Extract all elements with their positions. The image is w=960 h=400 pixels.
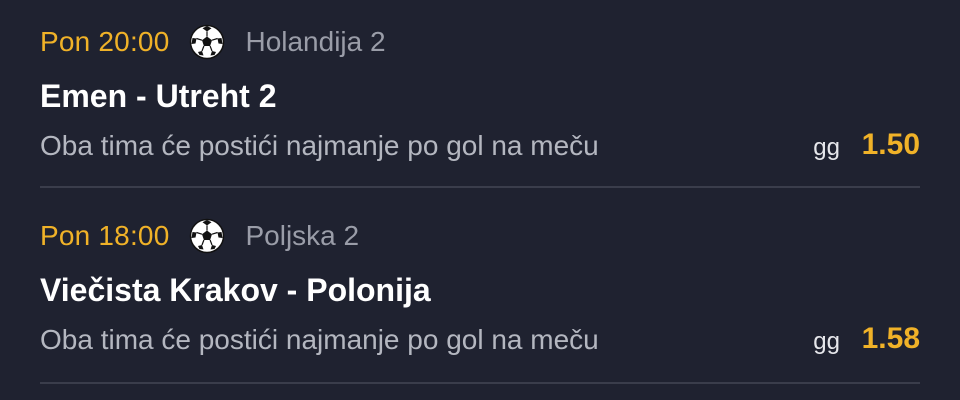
match-teams: Emen - Utreht 2 xyxy=(40,78,277,114)
match-time: Pon 20:00 xyxy=(40,26,170,57)
league-name: Poljska 2 xyxy=(245,220,360,251)
bet-pick: gg xyxy=(813,134,840,161)
bet-market: Oba tima će postići najmanje po gol na m… xyxy=(40,324,599,355)
soccer-ball-icon xyxy=(189,218,225,254)
match-card[interactable]: Pon 20:00 Holandija 2 Emen - Utreht 2 Ob… xyxy=(40,0,920,194)
divider xyxy=(40,382,920,384)
match-time: Pon 18:00 xyxy=(40,220,170,251)
bet-odds[interactable]: 1.58 xyxy=(862,322,920,356)
match-teams: Viečista Krakov - Polonija xyxy=(40,272,431,308)
bet-odds[interactable]: 1.50 xyxy=(862,128,920,162)
match-meta: Pon 18:00 Poljska 2 xyxy=(40,216,359,256)
bet-market: Oba tima će postići najmanje po gol na m… xyxy=(40,130,599,161)
league-name: Holandija 2 xyxy=(245,26,386,57)
bet-pick: gg xyxy=(813,328,840,355)
soccer-ball-icon xyxy=(189,24,225,60)
bet-slip-list: Pon 20:00 Holandija 2 Emen - Utreht 2 Ob… xyxy=(0,0,960,400)
match-card[interactable]: Pon 18:00 Poljska 2 Viečista Krakov - Po… xyxy=(40,194,920,388)
divider xyxy=(40,186,920,188)
match-meta: Pon 20:00 Holandija 2 xyxy=(40,22,386,62)
